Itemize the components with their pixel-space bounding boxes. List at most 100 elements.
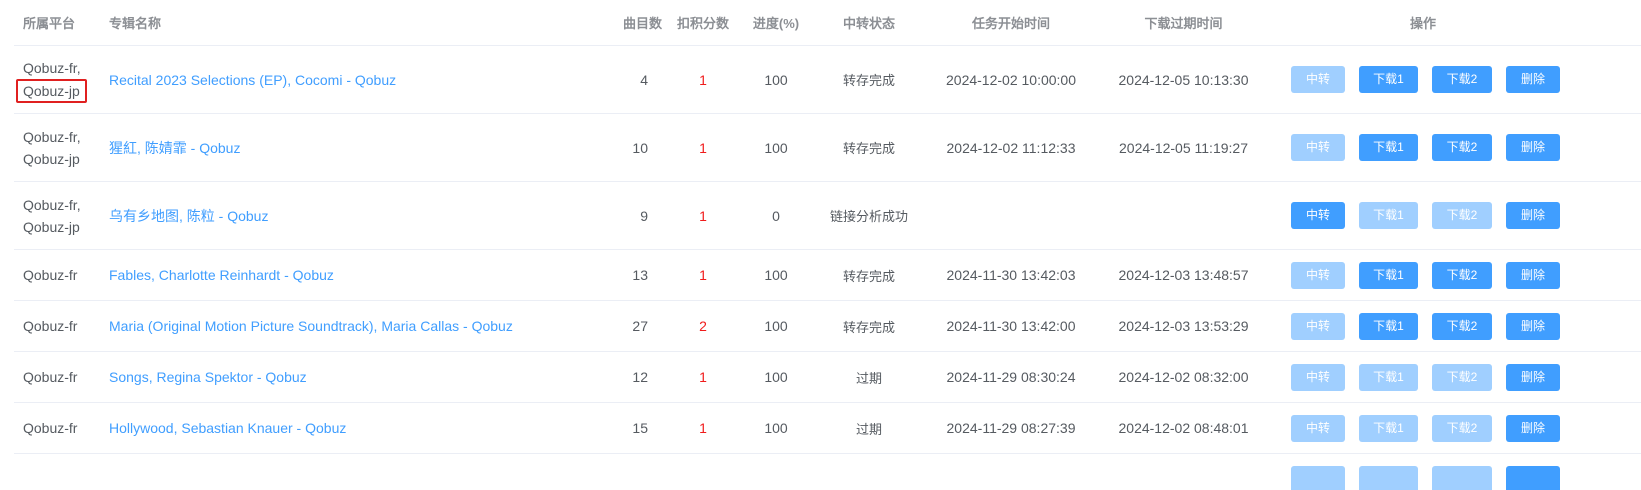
start-time: 2024-11-29 08:27:39: [916, 402, 1106, 454]
credit-count: 1: [676, 113, 730, 182]
download2-button[interactable]: [1432, 466, 1492, 490]
start-time: 2024-11-30 13:42:00: [916, 300, 1106, 352]
platform-name: Qobuz-fr,: [23, 196, 81, 213]
download1-button[interactable]: 下载1: [1359, 202, 1418, 229]
download1-button[interactable]: 下载1: [1359, 66, 1418, 93]
actions-cell: 中转 下载1 下载2 删除: [1261, 249, 1641, 301]
track-count: 13: [586, 249, 676, 301]
track-count: 12: [586, 351, 676, 403]
relay-button[interactable]: 中转: [1291, 261, 1345, 289]
delete-button[interactable]: 删除: [1506, 363, 1560, 391]
progress-value: 100: [730, 45, 822, 114]
table-row: Qobuz-fr, Qobuz-jp 猩紅, 陈婧霏 - Qobuz 10 1 100 转存…: [14, 113, 1641, 182]
platform-name: Qobuz-jp: [16, 78, 87, 103]
platform-cell: Qobuz-fr: [14, 402, 100, 454]
platform-name: Qobuz-fr,: [23, 59, 81, 76]
download2-button[interactable]: 下载2: [1432, 202, 1492, 229]
task-list-page: 所属平台 专辑名称 曲目数 扣积分数 进度(%) 中转状态 任务开始时间 下载过…: [0, 0, 1641, 490]
relay-status: 转存完成: [822, 45, 916, 114]
actions-cell: 中转 下载1 下载2 删除: [1261, 402, 1641, 454]
download2-button[interactable]: 下载2: [1432, 363, 1492, 391]
header-platform: 所属平台: [14, 0, 100, 46]
album-link[interactable]: Hollywood, Sebastian Knauer - Qobuz: [109, 420, 346, 436]
credit-count: 1: [676, 45, 730, 114]
actions-cell: 中转 下载1 下载2 删除: [1261, 351, 1641, 403]
album-cell: 猩紅, 陈婧霏 - Qobuz: [100, 113, 586, 182]
progress-value: 100: [730, 351, 822, 403]
platform-list: Qobuz-fr, Qobuz-jp: [23, 194, 81, 238]
credit-count: 1: [676, 249, 730, 301]
platform-name: Qobuz-fr: [23, 420, 78, 436]
album-link[interactable]: Songs, Regina Spektor - Qobuz: [109, 369, 307, 385]
relay-status: 链接分析成功: [822, 181, 916, 250]
track-count: 9: [586, 181, 676, 250]
download1-button[interactable]: 下载1: [1359, 261, 1418, 289]
start-time: 2024-12-02 11:12:33: [916, 113, 1106, 182]
relay-button[interactable]: 中转: [1291, 363, 1345, 391]
empty-cell: [586, 454, 676, 490]
relay-status: 转存完成: [822, 249, 916, 301]
expire-time: 2024-12-05 10:13:30: [1106, 45, 1261, 114]
delete-button[interactable]: 删除: [1506, 134, 1560, 161]
album-link[interactable]: Maria (Original Motion Picture Soundtrac…: [109, 318, 513, 334]
start-time: 2024-11-29 08:30:24: [916, 351, 1106, 403]
table-row: Qobuz-fr Fables, Charlotte Reinhardt - Qo…: [14, 249, 1641, 301]
album-link[interactable]: Fables, Charlotte Reinhardt - Qobuz: [109, 267, 334, 283]
platform-list: Qobuz-fr: [23, 417, 77, 439]
empty-cell: [676, 454, 730, 490]
album-cell: Fables, Charlotte Reinhardt - Qobuz: [100, 249, 586, 301]
delete-button[interactable]: 删除: [1506, 202, 1560, 229]
platform-list: Qobuz-fr, Qobuz-jp: [16, 57, 87, 103]
album-cell: Hollywood, Sebastian Knauer - Qobuz: [100, 402, 586, 454]
credit-count: 1: [676, 402, 730, 454]
download2-button[interactable]: 下载2: [1432, 261, 1492, 289]
empty-cell: [100, 454, 586, 490]
album-link[interactable]: 乌有乡地图, 陈粒 - Qobuz: [109, 208, 268, 224]
download1-button[interactable]: 下载1: [1359, 363, 1418, 391]
platform-cell: Qobuz-fr: [14, 249, 100, 301]
delete-button[interactable]: [1506, 466, 1560, 490]
platform-cell: Qobuz-fr: [14, 300, 100, 352]
empty-cell: [822, 454, 916, 490]
start-time: 2024-11-30 13:42:03: [916, 249, 1106, 301]
download1-button[interactable]: 下载1: [1359, 312, 1418, 340]
delete-button[interactable]: 删除: [1506, 312, 1560, 340]
empty-cell: [916, 454, 1106, 490]
relay-button[interactable]: 中转: [1291, 312, 1345, 340]
delete-button[interactable]: 删除: [1506, 261, 1560, 289]
download1-button[interactable]: 下载1: [1359, 414, 1418, 442]
relay-button[interactable]: 中转: [1291, 414, 1345, 442]
download1-button[interactable]: [1359, 466, 1418, 490]
task-table: 所属平台 专辑名称 曲目数 扣积分数 进度(%) 中转状态 任务开始时间 下载过…: [14, 0, 1641, 490]
download2-button[interactable]: 下载2: [1432, 66, 1492, 93]
relay-button[interactable]: 中转: [1291, 202, 1345, 229]
expire-time: 2024-12-03 13:48:57: [1106, 249, 1261, 301]
download2-button[interactable]: 下载2: [1432, 414, 1492, 442]
table-row: Qobuz-fr Hollywood, Sebastian Knauer - Qo…: [14, 402, 1641, 454]
platform-cell: Qobuz-fr: [14, 351, 100, 403]
platform-cell: Qobuz-fr, Qobuz-jp: [14, 181, 100, 250]
relay-button[interactable]: [1291, 466, 1345, 490]
relay-button[interactable]: 中转: [1291, 134, 1345, 161]
download2-button[interactable]: 下载2: [1432, 312, 1492, 340]
download2-button[interactable]: 下载2: [1432, 134, 1492, 161]
start-time: [916, 181, 1106, 250]
expire-time: [1106, 181, 1261, 250]
album-link[interactable]: Recital 2023 Selections (EP), Cocomi - Q…: [109, 72, 396, 88]
table-row: Qobuz-fr Songs, Regina Spektor - Qobuz 12 1…: [14, 351, 1641, 403]
platform-list: Qobuz-fr: [23, 264, 77, 286]
header-progress: 进度(%): [730, 0, 822, 46]
header-expire-time: 下载过期时间: [1106, 0, 1261, 46]
relay-button[interactable]: 中转: [1291, 66, 1345, 93]
header-album: 专辑名称: [100, 0, 586, 46]
album-link[interactable]: 猩紅, 陈婧霏 - Qobuz: [109, 140, 240, 156]
table-header: 所属平台 专辑名称 曲目数 扣积分数 进度(%) 中转状态 任务开始时间 下载过…: [14, 0, 1641, 46]
download1-button[interactable]: 下载1: [1359, 134, 1418, 161]
album-cell: 乌有乡地图, 陈粒 - Qobuz: [100, 181, 586, 250]
relay-status: 转存完成: [822, 300, 916, 352]
relay-status: 过期: [822, 351, 916, 403]
progress-value: 0: [730, 181, 822, 250]
delete-button[interactable]: 删除: [1506, 66, 1560, 93]
delete-button[interactable]: 删除: [1506, 414, 1560, 442]
table-row-partial: [14, 454, 1641, 490]
